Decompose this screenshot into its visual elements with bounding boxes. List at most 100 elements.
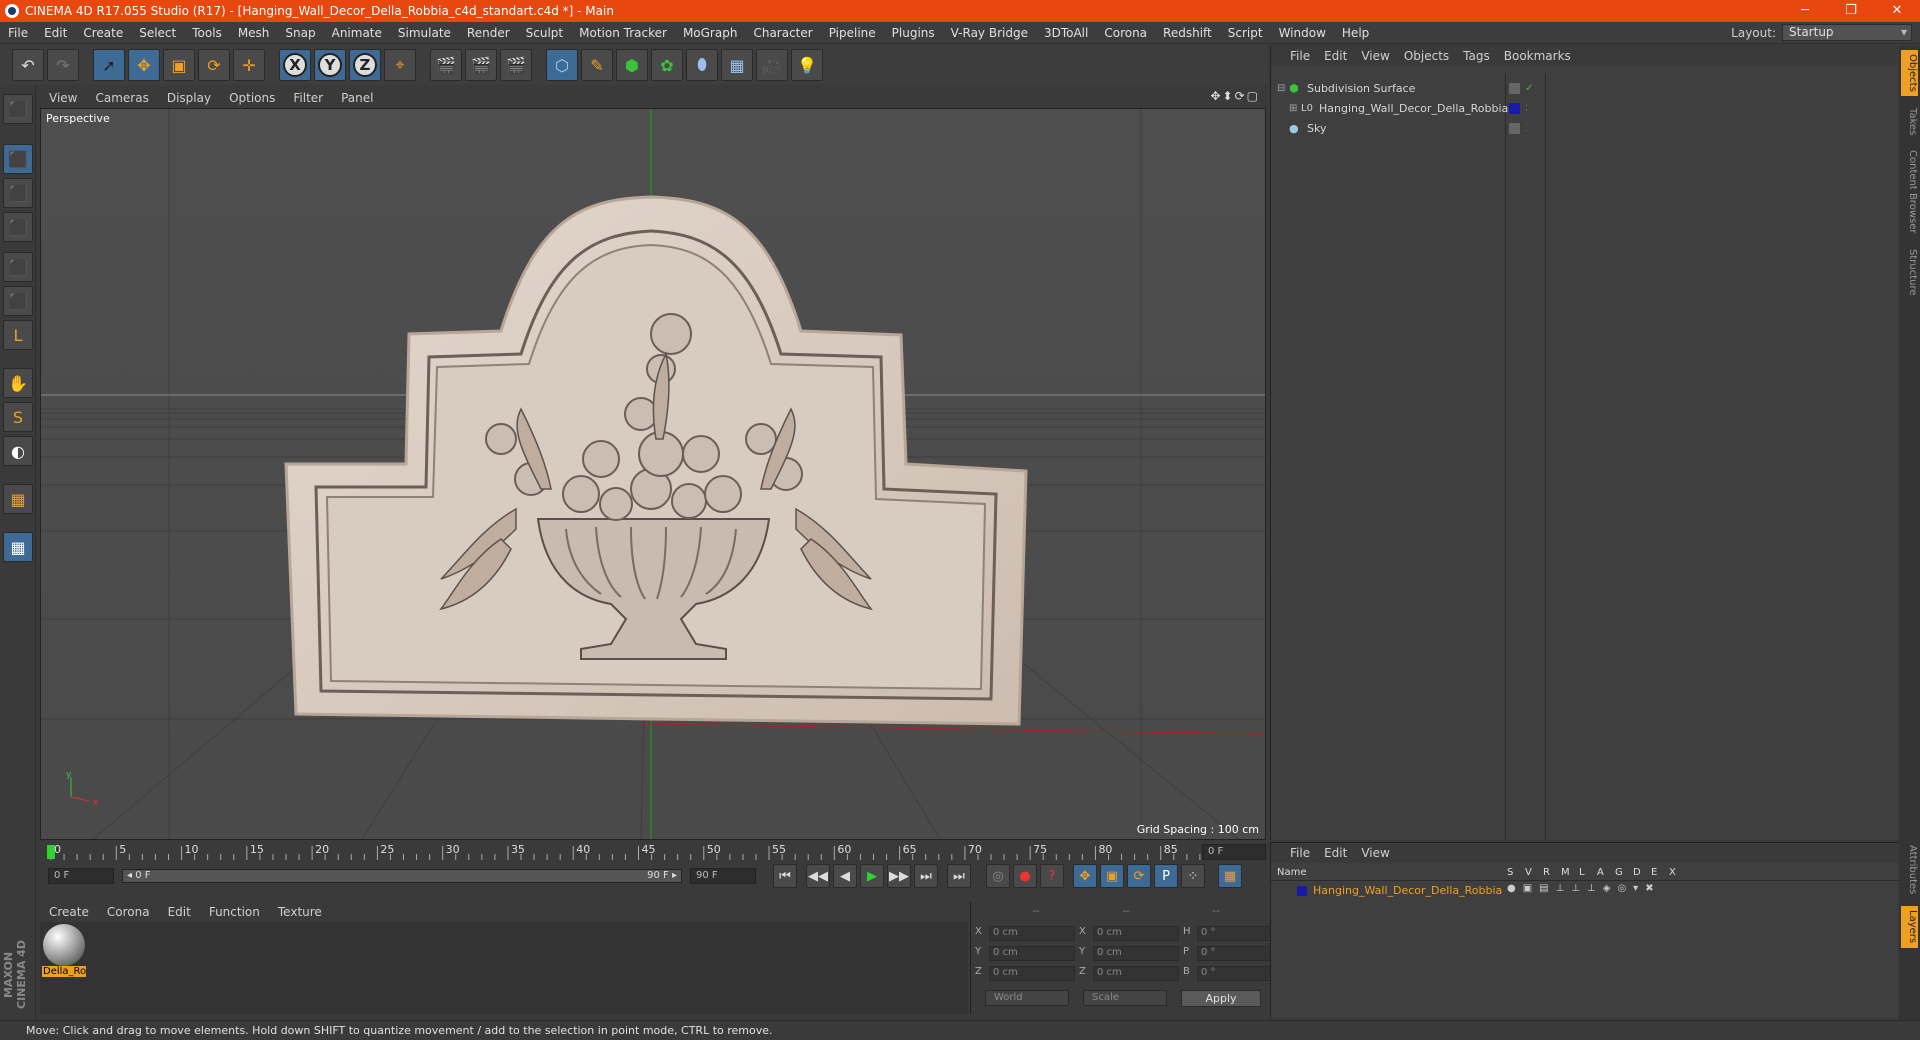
menu-vray-bridge[interactable]: V-Ray Bridge xyxy=(943,26,1036,40)
objects-menu-edit[interactable]: Edit xyxy=(1317,49,1354,63)
move-tool-button[interactable]: ✥ xyxy=(128,49,160,81)
material-menu-function[interactable]: Function xyxy=(200,905,269,919)
menu-select[interactable]: Select xyxy=(131,26,184,40)
menu-render[interactable]: Render xyxy=(459,26,518,40)
tab-objects[interactable]: Objects xyxy=(1901,50,1918,96)
model-mode-button[interactable]: ⬛ xyxy=(3,144,33,174)
material-menu-texture[interactable]: Texture xyxy=(269,905,331,919)
object-row-sky[interactable]: ● Sky ⁚ xyxy=(1271,120,1899,137)
points-mode-button[interactable]: ⬛ xyxy=(3,252,33,282)
play-button[interactable]: ▶ xyxy=(860,864,884,888)
layers-menu-edit[interactable]: Edit xyxy=(1317,846,1354,860)
key-parameter-button[interactable]: P xyxy=(1154,864,1178,888)
start-frame-field[interactable]: 0 F xyxy=(48,868,114,884)
menu-motion-tracker[interactable]: Motion Tracker xyxy=(571,26,675,40)
select-tool-button[interactable]: ➚ xyxy=(93,49,125,81)
menu-snap[interactable]: Snap xyxy=(277,26,323,40)
close-button[interactable]: ✕ xyxy=(1874,0,1920,22)
layer-row[interactable]: Hanging_Wall_Decor_Della_Robbia ●▣▤⊥⊥⊥◈◎… xyxy=(1271,883,1899,899)
workplane-mode-button[interactable]: ⬛ xyxy=(3,212,33,242)
objects-menu-bookmarks[interactable]: Bookmarks xyxy=(1497,49,1578,63)
render-picture-viewer-button[interactable]: 🎬 xyxy=(465,49,497,81)
perspective-viewport[interactable]: y x Perspective Grid Spacing : 100 cm xyxy=(40,108,1266,840)
objects-menu-file[interactable]: File xyxy=(1283,49,1317,63)
previous-key-button[interactable]: ◀◀ xyxy=(806,864,830,888)
viewport-menu-display[interactable]: Display xyxy=(158,91,220,105)
objects-menu-tags[interactable]: Tags xyxy=(1456,49,1497,63)
viewport-menu-filter[interactable]: Filter xyxy=(284,91,332,105)
subdivision-surface-button[interactable]: ⬢ xyxy=(616,49,648,81)
magnet-button[interactable]: ▦ xyxy=(3,484,33,514)
viewport-menu-view[interactable]: View xyxy=(40,91,86,105)
key-position-button[interactable]: ✥ xyxy=(1073,864,1097,888)
viewport-menu-cameras[interactable]: Cameras xyxy=(86,91,157,105)
render-view-button[interactable]: 🎬 xyxy=(430,49,462,81)
menu-mograph[interactable]: MoGraph xyxy=(675,26,746,40)
object-row-subdivision-surface[interactable]: ⊟ ⬢ Subdivision Surface ✓ xyxy=(1271,80,1899,97)
menu-plugins[interactable]: Plugins xyxy=(884,26,943,40)
z-axis-button[interactable]: Z xyxy=(349,49,381,81)
menu-character[interactable]: Character xyxy=(745,26,820,40)
layer-swatch[interactable] xyxy=(1509,123,1520,134)
material-menu-edit[interactable]: Edit xyxy=(159,905,200,919)
timeline-ruler[interactable]: 051015202530354045505560657075808590 0 F xyxy=(40,842,1266,862)
autokey-button[interactable]: ? xyxy=(1040,864,1064,888)
cube-object-button[interactable]: ⬡ xyxy=(546,49,578,81)
layers-menu-view[interactable]: View xyxy=(1354,846,1396,860)
layer-color-swatch[interactable] xyxy=(1297,886,1307,896)
previous-frame-button[interactable]: ◀ xyxy=(833,864,857,888)
end-frame-field[interactable]: 90 F xyxy=(690,868,756,884)
menu-script[interactable]: Script xyxy=(1220,26,1271,40)
position-z-field[interactable]: 0 cm xyxy=(989,966,1075,981)
tab-takes[interactable]: Takes xyxy=(1901,104,1918,140)
render-settings-button[interactable]: 🎬 xyxy=(500,49,532,81)
workplane-lock-button[interactable]: ▦ xyxy=(3,532,33,562)
visibility-dots-icon[interactable]: ⁚ xyxy=(1525,104,1528,114)
rotate-tool-button[interactable]: ⟳ xyxy=(198,49,230,81)
tab-structure[interactable]: Structure xyxy=(1901,244,1918,300)
next-frame-button[interactable]: ▶▶ xyxy=(887,864,911,888)
scale-tool-button[interactable]: ▣ xyxy=(163,49,195,81)
tweak-mode-button[interactable]: S xyxy=(3,402,33,432)
menu-redshift[interactable]: Redshift xyxy=(1155,26,1220,40)
size-z-field[interactable]: 0 cm xyxy=(1093,966,1179,981)
key-point-level-button[interactable]: ⁘ xyxy=(1181,864,1205,888)
frame-range-slider[interactable]: ◂ 0 F 90 F ▸ xyxy=(122,869,682,883)
menu-file[interactable]: File xyxy=(0,26,36,40)
camera-button[interactable]: 🎥 xyxy=(756,49,788,81)
visibility-dots-icon[interactable]: ⁚ xyxy=(1525,124,1528,134)
coordinate-space-dropdown[interactable]: World xyxy=(985,990,1069,1006)
y-axis-button[interactable]: Y xyxy=(314,49,346,81)
position-y-field[interactable]: 0 cm xyxy=(989,946,1075,961)
objects-menu-objects[interactable]: Objects xyxy=(1397,49,1456,63)
record-keys-button[interactable]: ● xyxy=(1013,864,1037,888)
menu-create[interactable]: Create xyxy=(75,26,131,40)
enabled-check-icon[interactable]: ✓ xyxy=(1525,83,1533,94)
size-x-field[interactable]: 0 cm xyxy=(1093,926,1179,941)
menu-mesh[interactable]: Mesh xyxy=(230,26,278,40)
minimize-button[interactable]: ─ xyxy=(1782,0,1828,22)
tab-attributes[interactable]: Attributes xyxy=(1901,842,1918,898)
material-menu-create[interactable]: Create xyxy=(40,905,98,919)
menu-sculpt[interactable]: Sculpt xyxy=(518,26,571,40)
menu-simulate[interactable]: Simulate xyxy=(390,26,459,40)
menu-window[interactable]: Window xyxy=(1271,26,1334,40)
undo-button[interactable]: ↶ xyxy=(12,49,44,81)
material-swatch[interactable]: Della_Ro xyxy=(42,924,86,982)
motion-path-button[interactable]: ◎ xyxy=(986,864,1010,888)
snap-button[interactable]: ◐ xyxy=(3,436,33,466)
object-row-hanging-wall-decor[interactable]: ⊞ L0 Hanging_Wall_Decor_Della_Robbia ⁚ xyxy=(1271,100,1899,117)
viewport-menu-options[interactable]: Options xyxy=(220,91,284,105)
apply-button[interactable]: Apply xyxy=(1181,990,1261,1007)
next-key-button[interactable]: ⏭ xyxy=(914,864,938,888)
expand-icon[interactable]: ⊞ xyxy=(1289,103,1297,114)
menu-edit[interactable]: Edit xyxy=(36,26,75,40)
tab-content-browser[interactable]: Content Browser xyxy=(1901,146,1918,238)
edges-mode-button[interactable]: ⬛ xyxy=(3,286,33,316)
go-to-end-button[interactable]: ⏭ xyxy=(947,864,971,888)
layers-menu-file[interactable]: File xyxy=(1283,846,1317,860)
menu-3dtoall[interactable]: 3DToAll xyxy=(1036,26,1096,40)
size-mode-dropdown[interactable]: Scale xyxy=(1083,990,1167,1006)
objects-menu-view[interactable]: View xyxy=(1354,49,1396,63)
x-axis-button[interactable]: X xyxy=(279,49,311,81)
